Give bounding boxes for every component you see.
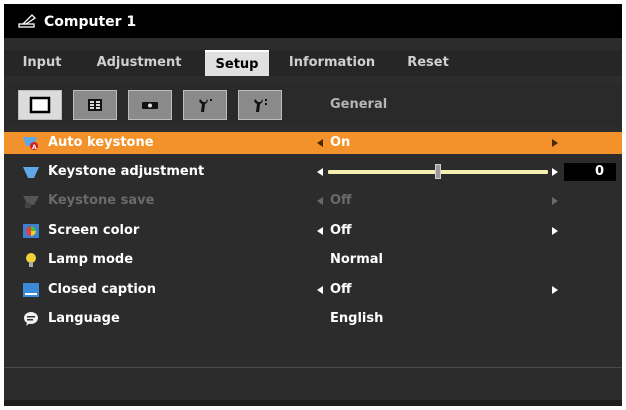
slider-thumb[interactable] bbox=[435, 164, 441, 179]
arrow-right-icon[interactable] bbox=[552, 227, 558, 235]
arrow-right-icon[interactable] bbox=[552, 139, 558, 147]
auto-keystone-icon: A bbox=[22, 135, 40, 151]
row-auto-keystone[interactable]: A Auto keystone On bbox=[4, 132, 622, 154]
row-label: Lamp mode bbox=[48, 252, 134, 267]
menu-tabs: Input Adjustment Setup Information Reset bbox=[4, 50, 622, 76]
row-screen-color[interactable]: Screen color Off bbox=[4, 220, 622, 242]
language-icon bbox=[22, 311, 40, 327]
row-label: Auto keystone bbox=[48, 135, 154, 150]
closed-caption-icon bbox=[22, 282, 40, 298]
row-value: Off bbox=[330, 193, 352, 208]
slider-value: 0 bbox=[564, 163, 616, 181]
arrow-left-icon[interactable] bbox=[317, 286, 323, 294]
tab-input[interactable]: Input bbox=[12, 50, 72, 76]
row-keystone-save: Keystone save Off bbox=[4, 190, 622, 212]
keystone-icon bbox=[22, 164, 40, 180]
row-language[interactable]: Language English bbox=[4, 308, 622, 330]
keystone-save-icon bbox=[22, 193, 40, 209]
list-icon bbox=[88, 99, 102, 111]
subtab-options-2[interactable] bbox=[238, 90, 282, 120]
arrow-left-icon[interactable] bbox=[317, 139, 323, 147]
tab-adjustment[interactable]: Adjustment bbox=[84, 50, 194, 76]
arrow-right-icon bbox=[552, 197, 558, 205]
row-label: Screen color bbox=[48, 223, 140, 238]
row-label: Keystone save bbox=[48, 193, 155, 208]
window-title: Computer 1 bbox=[44, 14, 137, 30]
row-value: Off bbox=[330, 223, 352, 238]
subtab-menu[interactable] bbox=[73, 90, 117, 120]
screen-color-icon bbox=[22, 223, 40, 239]
title-bar: Computer 1 bbox=[4, 4, 622, 38]
row-closed-caption[interactable]: Closed caption Off bbox=[4, 279, 622, 301]
row-value: Off bbox=[330, 282, 352, 297]
row-label: Closed caption bbox=[48, 282, 156, 297]
arrow-left-icon[interactable] bbox=[317, 168, 323, 176]
subtab-options-1[interactable] bbox=[183, 90, 227, 120]
lamp-icon bbox=[22, 252, 40, 268]
projector-osd-menu: Computer 1 Input Adjustment Setup Inform… bbox=[4, 4, 622, 406]
pen-icon bbox=[18, 13, 38, 33]
wrench-icon bbox=[254, 99, 267, 112]
subtab-installation[interactable] bbox=[128, 90, 172, 120]
projector-icon bbox=[142, 102, 158, 109]
row-lamp-mode[interactable]: Lamp mode Normal bbox=[4, 249, 622, 271]
row-label: Keystone adjustment bbox=[48, 164, 205, 179]
arrow-right-icon[interactable] bbox=[552, 168, 558, 176]
arrow-left-icon bbox=[317, 197, 323, 205]
row-label: Language bbox=[48, 311, 120, 326]
arrow-right-icon[interactable] bbox=[552, 286, 558, 294]
svg-text:A: A bbox=[32, 144, 37, 151]
row-value: On bbox=[330, 135, 351, 150]
tab-reset[interactable]: Reset bbox=[398, 50, 458, 76]
tab-information[interactable]: Information bbox=[280, 50, 384, 76]
page-icon bbox=[29, 96, 51, 114]
subtab-page-name: General bbox=[330, 97, 388, 112]
row-value: English bbox=[330, 311, 384, 326]
arrow-left-icon[interactable] bbox=[317, 227, 323, 235]
footer-bar bbox=[4, 400, 622, 406]
tab-setup[interactable]: Setup bbox=[205, 50, 269, 76]
wrench-icon bbox=[199, 99, 212, 112]
sub-tab-bar: General bbox=[4, 84, 622, 126]
divider bbox=[4, 367, 622, 368]
subtab-general[interactable] bbox=[18, 90, 62, 120]
row-keystone-adjustment[interactable]: Keystone adjustment 0 bbox=[4, 161, 622, 183]
row-value: Normal bbox=[330, 252, 383, 267]
